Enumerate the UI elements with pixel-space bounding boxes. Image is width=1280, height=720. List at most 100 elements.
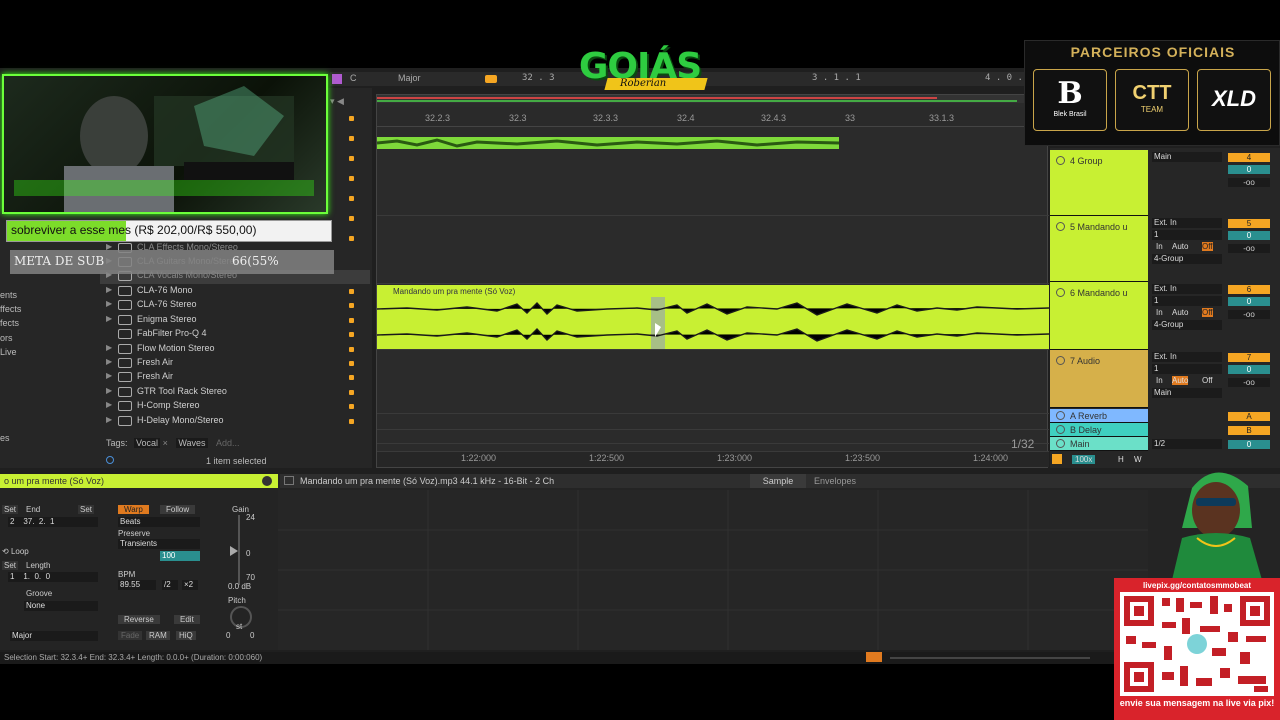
track-pan[interactable]: -oo [1228,378,1270,387]
hiq-button[interactable]: HiQ [176,631,196,640]
gain-fader-handle[interactable] [230,546,238,556]
track-fold-icon[interactable] [1056,425,1065,434]
loop-toggle[interactable]: ⟲ Loop [2,547,29,556]
mixer-icon[interactable] [1052,454,1062,464]
scale-select[interactable]: Major [398,73,421,83]
tag-vocal[interactable]: Vocal [134,438,161,448]
mixer-track-header[interactable]: 6 Mandando u [1050,282,1148,350]
hotswap-dot-icon[interactable] [349,116,354,121]
end-set-button[interactable]: Set [78,505,95,514]
clip-scale-select[interactable]: Major [10,631,98,641]
mixer-zoom[interactable]: 100x [1072,455,1096,464]
punch-in-button[interactable] [485,75,497,83]
expand-arrow-icon[interactable]: ▶ [106,285,112,294]
hotswap-dot-icon[interactable] [349,389,354,395]
double-tempo-button[interactable]: ×2 [182,580,198,590]
browser-nav[interactable]: ▾ ◀ [330,96,364,108]
hotswap-dot-icon[interactable] [349,303,354,309]
hotswap-dot-icon[interactable] [349,418,354,424]
mixer-track-header[interactable]: 5 Mandando u [1050,216,1148,282]
plugin-row[interactable]: ▶ Fresh Air [106,356,368,370]
main-input-select[interactable]: 1/2 [1152,439,1222,449]
tab-sample[interactable]: Sample [750,474,806,488]
track-input-select[interactable]: Ext. In [1152,352,1222,362]
plugin-row[interactable]: ▶ Flow Motion Stereo [106,342,368,356]
hotswap-dot-icon[interactable] [349,196,354,201]
hotswap-dot-icon[interactable] [349,156,354,161]
track-pan[interactable]: -oo [1228,244,1270,253]
expand-arrow-icon[interactable]: ▶ [106,343,112,352]
track-fold-icon[interactable] [1056,356,1065,365]
track-input-select[interactable]: Main [1152,152,1222,162]
plugin-row[interactable]: ▶ CLA-76 Mono [106,284,368,298]
mixer-h-button[interactable]: H [1118,455,1124,464]
monitor-auto-button[interactable]: Auto [1172,242,1188,251]
start-set-button[interactable]: Set [2,505,19,514]
warp-mode-select[interactable]: Beats [118,517,200,527]
end-field[interactable]: 2 37. 2. 1 [8,517,98,527]
hotswap-dot-icon[interactable] [349,236,354,241]
half-tempo-button[interactable]: /2 [162,580,178,590]
browser-category[interactable]: fects [0,318,19,328]
fade-button[interactable]: Fade [118,631,143,640]
monitor-off-button[interactable]: Off [1202,308,1213,317]
plugin-row[interactable]: ▶ Fresh Air [106,370,368,384]
tag-add[interactable]: Add... [216,438,240,448]
browser-category[interactable]: ffects [0,304,21,314]
plugin-row[interactable]: FabFilter Pro-Q 4 [106,327,368,341]
sample-editor[interactable] [278,490,1148,650]
hotswap-dot-icon[interactable] [349,136,354,141]
hotswap-dot-icon[interactable] [349,361,354,366]
bpm-field[interactable]: 89.55 [118,580,156,590]
expand-arrow-icon[interactable]: ▶ [106,415,112,424]
browser-category[interactable]: ents [0,290,17,300]
monitor-in-button[interactable]: In [1156,376,1163,385]
plugin-row[interactable]: ▶ H-Delay Mono/Stereo [106,414,368,428]
track-pan[interactable]: -oo [1228,178,1270,187]
hotswap-dot-icon[interactable] [349,289,354,294]
expand-arrow-icon[interactable]: ▶ [106,357,112,366]
track-volume[interactable]: 0 [1228,165,1270,174]
track-fold-icon[interactable] [1056,288,1065,297]
grid-zoom[interactable]: 1/32 [1011,437,1034,451]
expand-arrow-icon[interactable]: ▶ [106,371,112,380]
hotswap-dot-icon[interactable] [349,375,354,381]
track-input-select[interactable]: Ext. In [1152,218,1222,228]
expand-arrow-icon[interactable]: ▶ [106,400,112,409]
track-volume[interactable]: 0 [1228,231,1270,240]
arrangement-position[interactable]: 32 . 3 [522,73,555,83]
hotswap-dot-icon[interactable] [349,346,354,352]
monitor-in-button[interactable]: In [1156,242,1163,251]
plugin-row[interactable]: ▶ H-Comp Stereo [106,399,368,413]
track-fold-icon[interactable] [1056,156,1065,165]
track-pan[interactable]: -oo [1228,310,1270,319]
tag-waves[interactable]: Waves [176,438,208,448]
plugin-row[interactable]: ▶ Enigma Stereo [106,313,368,327]
browser-category[interactable]: Live [0,347,17,357]
gain-fader-track[interactable] [238,515,240,585]
plugin-row[interactable]: ▶ GTR Tool Rack Stereo [106,385,368,399]
loop-start-field[interactable]: 3 . 1 . 1 [812,73,861,83]
transient-envelope-field[interactable]: 100 [160,551,200,561]
main-volume[interactable]: 0 [1228,440,1270,449]
browser-category[interactable]: es [0,433,10,443]
expand-arrow-icon[interactable]: ▶ [106,314,112,323]
expand-arrow-icon[interactable]: ▶ [106,299,112,308]
preserve-select[interactable]: Transients [118,539,200,549]
track-fold-icon[interactable] [1056,439,1065,448]
return-track-header[interactable]: Main [1050,437,1148,451]
preview-icon[interactable] [106,456,114,464]
track-channel-select[interactable]: 1 [1152,230,1222,240]
status-scrollbar[interactable] [890,657,1090,659]
hotswap-dot-icon[interactable] [349,332,354,338]
track-volume[interactable]: 0 [1228,365,1270,374]
tab-envelopes[interactable]: Envelopes [814,476,856,486]
warp-button[interactable]: Warp [118,505,149,514]
mixer-track-header[interactable]: 7 Audio [1050,350,1148,408]
vocal-audio-clip[interactable]: Mandando um pra mente (Só Voz) [377,285,1049,349]
pitch-coarse[interactable]: 0 [226,631,230,640]
track-fold-icon[interactable] [1056,411,1065,420]
monitor-in-button[interactable]: In [1156,308,1163,317]
return-track-header[interactable]: B Delay [1050,423,1148,437]
overview-strip[interactable] [377,95,1049,103]
